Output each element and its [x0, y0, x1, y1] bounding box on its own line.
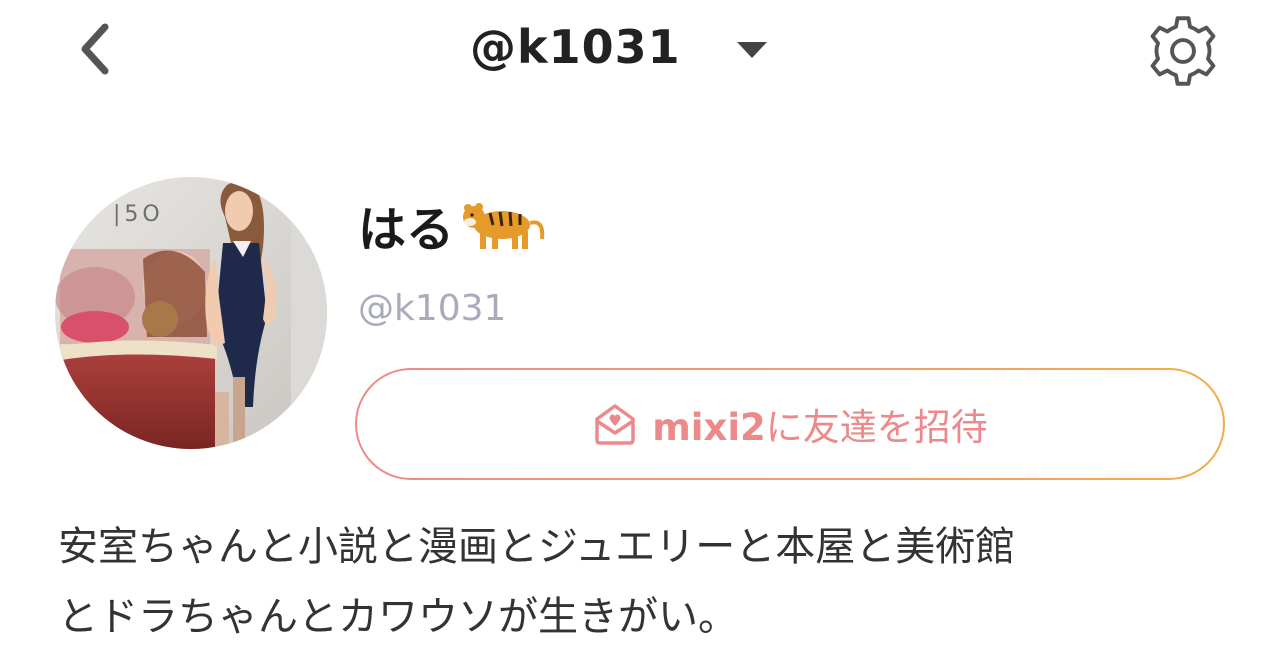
chevron-left-icon [81, 23, 109, 75]
profile-bio: 安室ちゃんと小説と漫画とジュエリーと本屋と美術館 とドラちゃんとカワウソが生きが… [58, 524, 1016, 640]
invite-button-inner: mixi2に友達を招待 [357, 370, 1223, 478]
user-handle: @k1031 [358, 288, 507, 329]
profile-page: @k1031 |5O はる @k1031 mixi2に友達を招待 安室ちゃんと小… [0, 0, 1280, 670]
gear-icon [1150, 16, 1216, 86]
display-name: はる [358, 192, 546, 258]
profile-photo: |5O [55, 177, 327, 449]
top-bar: @k1031 [0, 0, 1280, 100]
page-title: @k1031 [470, 20, 681, 74]
invite-label: mixi2に友達を招待 [652, 397, 988, 451]
avatar[interactable]: |5O [55, 177, 327, 449]
invite-label-rest: に友達を招待 [765, 406, 988, 449]
invite-brand: mixi2 [652, 406, 766, 449]
caret-down-icon [736, 42, 767, 58]
account-switcher[interactable]: @k1031 [470, 12, 767, 82]
display-name-text: はる [358, 202, 455, 258]
envelope-heart-icon [595, 404, 635, 445]
settings-button[interactable] [1140, 8, 1226, 94]
back-button[interactable] [60, 14, 130, 84]
invite-friends-button[interactable]: mixi2に友達を招待 [355, 368, 1225, 480]
tiger-emoji [460, 195, 546, 255]
svg-text:|5O: |5O [113, 202, 164, 227]
